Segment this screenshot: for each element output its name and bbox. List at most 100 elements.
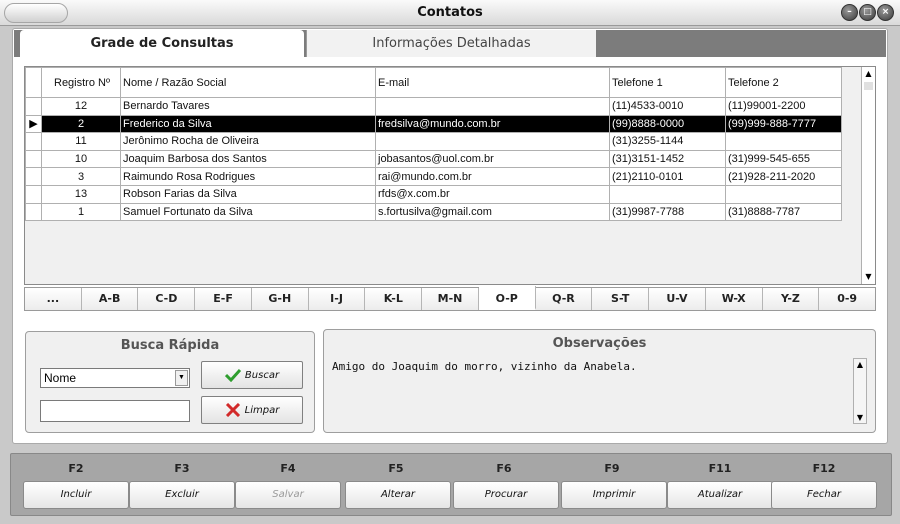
observacoes-text[interactable]: Amigo do Joaquim do morro, vizinho da An…	[332, 360, 637, 373]
cell-telefone1: (21)2110-0101	[609, 167, 726, 186]
close-icon[interactable]: ×	[877, 4, 894, 21]
fkey-f5: F5	[388, 462, 404, 475]
maximize-icon[interactable]: □	[859, 4, 876, 21]
excluir-button[interactable]: Excluir	[129, 481, 235, 509]
cell-nome: Raimundo Rosa Rodrigues	[120, 167, 376, 186]
fkey-f3: F3	[174, 462, 190, 475]
buscar-label: Buscar	[244, 369, 280, 381]
cell-nome: Robson Farias da Silva	[120, 184, 376, 204]
title-bar: Contatos – □ ×	[0, 0, 900, 26]
row-indicator	[25, 132, 42, 151]
alpha-filter-c-d[interactable]: C-D	[138, 288, 196, 310]
alpha-filter-m-n[interactable]: M-N	[422, 288, 479, 310]
cell-registro: 13	[41, 184, 121, 204]
table-row[interactable]: 11 Jerônimo Rocha de Oliveira (31)3255-1…	[25, 132, 842, 151]
table-row[interactable]: 1 Samuel Fortunato da Silva s.fortusilva…	[25, 202, 842, 222]
cell-nome: Bernardo Tavares	[120, 97, 376, 116]
table-row[interactable]: 3 Raimundo Rosa Rodrigues rai@mundo.com.…	[25, 167, 842, 186]
observacoes-scrollbar[interactable]: ▲ ▼	[853, 358, 867, 424]
cell-nome: Frederico da Silva	[120, 114, 376, 134]
scroll-up-icon[interactable]: ▲	[862, 67, 875, 81]
row-indicator	[25, 184, 42, 204]
atualizar-button[interactable]: Atualizar	[667, 481, 773, 509]
incluir-button[interactable]: Incluir	[23, 481, 129, 509]
fkey-f6: F6	[496, 462, 512, 475]
alpha-filter-e-f[interactable]: E-F	[195, 288, 252, 310]
fkey-f12: F12	[812, 462, 836, 475]
chevron-down-icon[interactable]: ▼	[175, 370, 188, 386]
imprimir-button[interactable]: Imprimir	[561, 481, 667, 509]
cell-email	[375, 132, 610, 151]
fkey-f4: F4	[280, 462, 296, 475]
alpha-filter-i-j[interactable]: I-J	[308, 288, 366, 310]
fkey-f11: F11	[708, 462, 732, 475]
col-header-registro[interactable]: Registro Nº	[41, 67, 121, 98]
minimize-icon[interactable]: –	[841, 4, 858, 21]
col-header-nome[interactable]: Nome / Razão Social	[120, 67, 376, 98]
tab-informacoes-detalhadas[interactable]: Informações Detalhadas	[306, 30, 596, 57]
tab-bar: Grade de Consultas Informações Detalhada…	[14, 30, 886, 57]
alpha-filter-k-l[interactable]: K-L	[365, 288, 423, 310]
cell-email: rai@mundo.com.br	[375, 167, 610, 186]
alpha-filter-u-v[interactable]: U-V	[649, 288, 706, 310]
cell-telefone1	[609, 184, 726, 204]
cell-telefone2: (99)999-888-7777	[725, 114, 842, 134]
cell-email: jobasantos@uol.com.br	[375, 149, 610, 169]
cell-telefone2: (11)99001-2200	[725, 97, 842, 116]
table-row-selected[interactable]: ▶ 2 Frederico da Silva fredsilva@mundo.c…	[25, 114, 842, 134]
col-header-email[interactable]: E-mail	[375, 67, 610, 98]
row-indicator	[25, 167, 42, 186]
cell-registro: 11	[41, 132, 121, 151]
cell-registro: 12	[41, 97, 121, 116]
alpha-filter-g-h[interactable]: G-H	[251, 288, 309, 310]
row-indicator	[25, 97, 42, 116]
cell-registro: 3	[41, 167, 121, 186]
window-controls: – □ ×	[841, 4, 894, 21]
tab-grade-de-consultas[interactable]: Grade de Consultas	[20, 30, 304, 57]
cell-telefone2	[725, 132, 842, 151]
footer-toolbar: F2 Incluir F3 Excluir F4 Salvar F5 Alter…	[10, 453, 892, 516]
limpar-label: Limpar	[244, 404, 280, 416]
search-field-value: Nome	[44, 371, 77, 385]
current-row-arrow-icon: ▶	[25, 114, 42, 134]
tab-strip	[14, 57, 886, 65]
alpha-filter-o-p[interactable]: O-P	[478, 286, 536, 310]
cell-telefone1: (99)8888-0000	[609, 114, 726, 134]
scroll-down-icon[interactable]: ▼	[854, 413, 866, 422]
cell-registro: 2	[41, 114, 121, 134]
col-header-telefone1[interactable]: Telefone 1	[609, 67, 726, 98]
scroll-up-icon[interactable]: ▲	[854, 360, 866, 369]
alpha-filter-ellipsis[interactable]: ...	[25, 288, 82, 310]
observacoes-panel: Observações Amigo do Joaquim do morro, v…	[323, 329, 876, 433]
alpha-filter-q-r[interactable]: Q-R	[535, 288, 593, 310]
cell-telefone1: (31)9987-7788	[609, 202, 726, 222]
col-header-telefone2[interactable]: Telefone 2	[725, 67, 842, 98]
alpha-filter-s-t[interactable]: S-T	[592, 288, 650, 310]
cell-telefone2: (31)999-545-655	[725, 149, 842, 169]
contacts-grid[interactable]: Registro Nº Nome / Razão Social E-mail T…	[24, 66, 876, 285]
cell-nome: Samuel Fortunato da Silva	[120, 202, 376, 222]
alpha-filter-a-b[interactable]: A-B	[81, 288, 139, 310]
procurar-button[interactable]: Procurar	[453, 481, 559, 509]
scroll-down-icon[interactable]: ▼	[862, 270, 875, 284]
grid-vertical-scrollbar[interactable]: ▲ ▼	[861, 67, 875, 284]
fechar-button[interactable]: Fechar	[771, 481, 877, 509]
scroll-thumb[interactable]	[864, 82, 873, 90]
search-input[interactable]	[40, 400, 190, 422]
buscar-button[interactable]: Buscar	[201, 361, 303, 389]
salvar-button[interactable]: Salvar	[235, 481, 341, 509]
alpha-filter-y-z[interactable]: Y-Z	[762, 288, 820, 310]
cell-telefone2	[725, 184, 842, 204]
search-field-select[interactable]: Nome ▼	[40, 368, 190, 388]
table-row[interactable]: 10 Joaquim Barbosa dos Santos jobasantos…	[25, 149, 842, 169]
alpha-filter-w-x[interactable]: W-X	[705, 288, 763, 310]
contacts-table: Registro Nº Nome / Razão Social E-mail T…	[25, 67, 842, 222]
observacoes-title: Observações	[552, 336, 647, 351]
alpha-filter-0-9[interactable]: 0-9	[819, 288, 876, 310]
table-row[interactable]: 13 Robson Farias da Silva rfds@x.com.br	[25, 184, 842, 204]
quick-search-title: Busca Rápida	[120, 338, 220, 353]
alterar-button[interactable]: Alterar	[345, 481, 451, 509]
cell-nome: Joaquim Barbosa dos Santos	[120, 149, 376, 169]
limpar-button[interactable]: Limpar	[201, 396, 303, 424]
table-row[interactable]: 12 Bernardo Tavares (11)4533-0010 (11)99…	[25, 97, 842, 116]
